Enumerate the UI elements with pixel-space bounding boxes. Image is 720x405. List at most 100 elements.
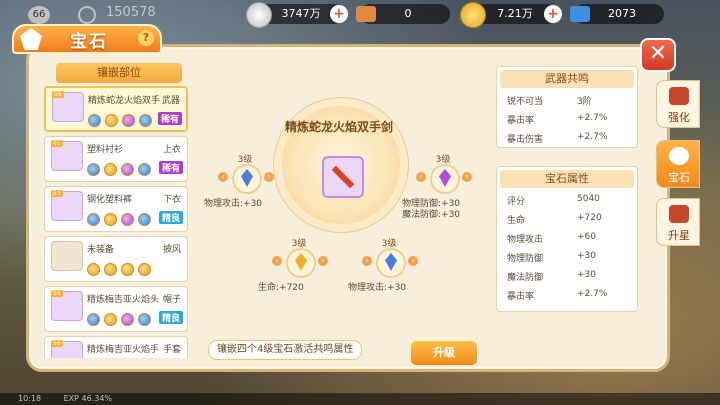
- gold-amount: 7.21万: [497, 7, 533, 20]
- resonance-title: 武器共鸣: [500, 70, 634, 88]
- diamond-ticket-icon: [570, 6, 590, 22]
- gem-row: [87, 211, 155, 230]
- gem-attributes-box: 宝石属性 评分 5040 生命 +720 物理攻击 +60 物理防御 +30 魔法防御 +…: [496, 166, 638, 312]
- item-name: 精炼梅吉亚火焰手: [87, 345, 160, 355]
- star-up-icon: [669, 205, 689, 223]
- tab-label: 宝石: [668, 171, 690, 184]
- tab-label: 升星: [668, 229, 690, 242]
- purple-gem-icon[interactable]: [430, 164, 460, 194]
- mute-icon[interactable]: [78, 6, 96, 24]
- slot-gloves[interactable]: 56 精炼梅吉亚火焰手 手套: [44, 336, 188, 358]
- attr-row: 评分 5040: [507, 194, 600, 207]
- attr-row: 暴击伤害 +2.7%: [507, 132, 608, 145]
- star-ticket-icon: [356, 6, 376, 22]
- slot-weapon[interactable]: 56 精炼蛇龙火焰双手 武器 稀有: [44, 86, 188, 132]
- prev-arrow-icon[interactable]: ‹: [416, 172, 426, 182]
- silver-currency: 3747万 +: [246, 2, 348, 28]
- tab-star-up[interactable]: 升星: [656, 198, 700, 246]
- close-button[interactable]: ✕: [640, 38, 676, 72]
- gem-socket-area: 精炼蛇龙火焰双手剑 3级 ‹ › 物理攻击:+30 3级 ‹ › 物理防御:+3…: [204, 82, 474, 332]
- silver-amount: 3747万: [281, 7, 321, 20]
- item-part: 上衣: [162, 145, 181, 155]
- gem-icon: [669, 147, 689, 165]
- next-arrow-icon[interactable]: ›: [462, 172, 472, 182]
- gem-slot-2[interactable]: 3级 ‹ › 物理防御:+30 魔法防御:+30: [402, 152, 508, 220]
- center-item-icon[interactable]: [322, 156, 364, 198]
- player-level-badge[interactable]: 66: [28, 6, 50, 24]
- combat-power: 150578: [106, 5, 156, 20]
- center-item-name: 精炼蛇龙火焰双手剑: [284, 120, 393, 134]
- item-level: 56: [51, 340, 63, 347]
- exp-text: EXP 46.34%: [63, 394, 113, 403]
- next-arrow-icon[interactable]: ›: [264, 172, 274, 182]
- slot-hat[interactable]: 56 精炼梅吉亚火焰头 帽子 精良: [44, 286, 188, 332]
- item-part: 武器: [161, 96, 180, 106]
- silver-coin-icon: [246, 2, 272, 28]
- attr-row: 暴击率 +2.7%: [507, 289, 608, 302]
- bottom-status-bar: 10:18 EXP 46.34%: [0, 393, 720, 405]
- gem-stat: 物理攻击:+30: [348, 283, 407, 293]
- attr-row: 物理防御 +30: [507, 251, 596, 264]
- gem-attributes-title: 宝石属性: [500, 170, 634, 188]
- gem-slot-1[interactable]: 3级 ‹ › 物理攻击:+30: [204, 152, 310, 209]
- diamond-currency: 2073: [570, 4, 664, 24]
- item-name: 钢化塑料裤: [87, 195, 133, 205]
- yellow-gem-icon[interactable]: [286, 248, 316, 278]
- attr-row: 物理攻击 +60: [507, 232, 596, 245]
- prev-arrow-icon[interactable]: ‹: [362, 256, 372, 266]
- anvil-icon: [669, 87, 689, 105]
- item-name: 精炼梅吉亚火焰头: [87, 295, 160, 305]
- item-level: 56: [51, 290, 63, 297]
- resonance-hint: 镶嵌四个4级宝石激活共鸣属性: [208, 340, 363, 360]
- item-part: 帽子: [162, 295, 181, 305]
- next-arrow-icon[interactable]: ›: [318, 256, 328, 266]
- item-part: 披风: [162, 245, 181, 255]
- item-name: 精炼蛇龙火焰双手: [88, 96, 161, 106]
- tab-label: 强化: [668, 111, 690, 124]
- rarity-badge: 稀有: [158, 161, 183, 174]
- item-level: 56: [52, 91, 64, 98]
- tab-gem[interactable]: 宝石: [656, 140, 700, 188]
- blue-gem-icon[interactable]: [376, 248, 406, 278]
- rarity-badge: 稀有: [157, 112, 182, 125]
- item-part: 下衣: [162, 195, 181, 205]
- item-level: 41: [51, 140, 63, 147]
- prev-arrow-icon[interactable]: ‹: [272, 256, 282, 266]
- item-part: 手套: [162, 345, 181, 355]
- slot-top[interactable]: 41 塑料衬衫 上衣 稀有: [44, 136, 188, 182]
- gem-row: [87, 261, 155, 280]
- item-name: 未装备: [87, 245, 115, 255]
- gem-slot-3[interactable]: 3级 ‹ › 生命:+720: [258, 236, 364, 293]
- gem-row: [87, 311, 155, 330]
- gem-row: [88, 112, 156, 131]
- gold-currency: 7.21万 +: [460, 2, 562, 28]
- star-ticket-currency: 0: [356, 4, 450, 24]
- help-icon[interactable]: ?: [138, 30, 154, 46]
- rarity-badge: 精良: [158, 311, 183, 324]
- diamond-amount: 2073: [608, 7, 636, 20]
- tab-strengthen[interactable]: 强化: [656, 80, 700, 128]
- upgrade-button[interactable]: 升级: [410, 340, 478, 366]
- gem-stat: 物理攻击:+30: [204, 199, 263, 209]
- attr-row: 锐不可当 3阶: [507, 97, 592, 107]
- attr-row: 生命 +720: [507, 213, 602, 226]
- star-ticket-amount: 0: [404, 7, 412, 20]
- next-arrow-icon[interactable]: ›: [408, 256, 418, 266]
- blue-gem-icon[interactable]: [232, 164, 262, 194]
- prev-arrow-icon[interactable]: ‹: [218, 172, 228, 182]
- slot-list[interactable]: 56 精炼蛇龙火焰双手 武器 稀有 41 塑料衬衫 上衣 稀有 53 钢化塑料裤…: [44, 86, 192, 358]
- clock-text: 10:18: [18, 394, 42, 403]
- gem-slot-4[interactable]: 3级 ‹ › 物理攻击:+30: [348, 236, 454, 293]
- add-gold-button[interactable]: +: [544, 5, 562, 23]
- item-name: 塑料衬衫: [87, 145, 124, 155]
- slot-bottom[interactable]: 53 钢化塑料裤 下衣 精良: [44, 186, 188, 232]
- gold-coin-icon: [460, 2, 486, 28]
- attr-row: 魔法防御 +30: [507, 270, 596, 283]
- gem-row: [87, 161, 155, 180]
- attr-row: 暴击率 +2.7%: [507, 113, 608, 126]
- add-silver-button[interactable]: +: [330, 5, 348, 23]
- slot-cape[interactable]: 未装备 披风: [44, 236, 188, 282]
- slot-list-header: 镶嵌部位: [56, 63, 182, 83]
- weapon-resonance-box: 武器共鸣 锐不可当 3阶 暴击率 +2.7% 暴击伤害 +2.7%: [496, 66, 638, 148]
- empty-thumbnail: [51, 241, 83, 271]
